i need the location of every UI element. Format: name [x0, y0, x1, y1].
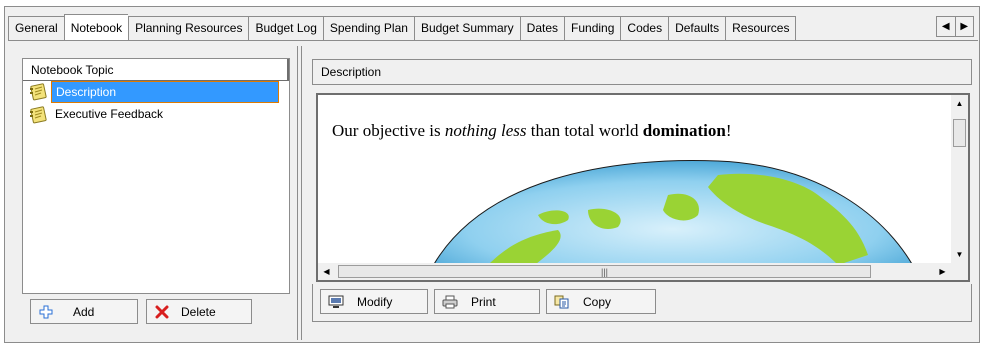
tab-dates[interactable]: Dates: [519, 16, 565, 40]
topic-item-label: Description: [51, 81, 279, 103]
notebook-icon: [30, 106, 47, 124]
topic-item-description[interactable]: Description: [23, 81, 289, 104]
tab-planning-resources[interactable]: Planning Resources: [128, 16, 249, 40]
description-text: Our objective is nothing less than total…: [332, 121, 732, 140]
tab-codes[interactable]: Codes: [620, 16, 669, 40]
scroll-up-icon[interactable]: ▲: [951, 95, 968, 112]
modify-button[interactable]: Modify: [320, 289, 428, 314]
red-x-icon: [147, 305, 177, 319]
tab-budget-log[interactable]: Budget Log: [248, 16, 323, 40]
tab-strip: General Notebook Planning Resources Budg…: [8, 14, 797, 40]
topic-item-label: Executive Feedback: [55, 107, 164, 121]
modify-button-label: Modify: [357, 294, 393, 309]
tab-general[interactable]: General: [8, 16, 64, 40]
tab-scroll-left-icon[interactable]: ◀: [937, 17, 955, 36]
printer-icon: [435, 295, 465, 309]
add-button-label: Add: [73, 304, 95, 319]
globe-image: [427, 160, 919, 275]
editor-vertical-scrollbar[interactable]: ▲ ▼: [951, 95, 968, 263]
tab-budget-summary[interactable]: Budget Summary: [413, 16, 520, 40]
topic-item-executive-feedback[interactable]: Executive Feedback: [23, 104, 289, 127]
editor-horizontal-scrollbar[interactable]: ◀ ||| ▶: [318, 263, 951, 280]
scroll-left-icon[interactable]: ◀: [318, 263, 335, 280]
description-header: Description: [312, 59, 972, 85]
notebook-topic-column-header[interactable]: Notebook Topic: [23, 59, 289, 81]
scroll-thumb[interactable]: [953, 119, 966, 147]
notebook-topic-list: Notebook Topic Description Executive Fee…: [22, 58, 290, 294]
tab-spending-plan[interactable]: Spending Plan: [322, 16, 414, 40]
tab-defaults[interactable]: Defaults: [668, 16, 726, 40]
copy-button-label: Copy: [583, 294, 612, 309]
description-editor[interactable]: Our objective is nothing less than total…: [316, 93, 970, 282]
tab-funding[interactable]: Funding: [564, 16, 621, 40]
tab-notebook[interactable]: Notebook: [63, 14, 129, 40]
add-button[interactable]: Add: [30, 299, 138, 324]
tab-scroll-right-icon[interactable]: ▶: [954, 17, 974, 36]
plus-icon: [31, 305, 61, 319]
print-button-label: Print: [471, 294, 496, 309]
print-button[interactable]: Print: [434, 289, 540, 314]
copy-button[interactable]: Copy: [546, 289, 656, 314]
copy-icon: [547, 295, 577, 309]
delete-button-label: Delete: [181, 304, 216, 319]
notebook-icon: [30, 83, 47, 101]
delete-button[interactable]: Delete: [146, 299, 252, 324]
monitor-edit-icon: [321, 295, 351, 309]
scrollbar-corner: [951, 263, 968, 280]
tab-resources[interactable]: Resources: [725, 16, 797, 40]
scroll-right-icon[interactable]: ▶: [934, 263, 951, 280]
tab-scroll-buttons: ◀ ▶: [936, 16, 974, 37]
horizontal-scroll-thumb[interactable]: |||: [338, 265, 871, 278]
scroll-down-icon[interactable]: ▼: [951, 246, 968, 263]
splitter[interactable]: [297, 46, 302, 340]
